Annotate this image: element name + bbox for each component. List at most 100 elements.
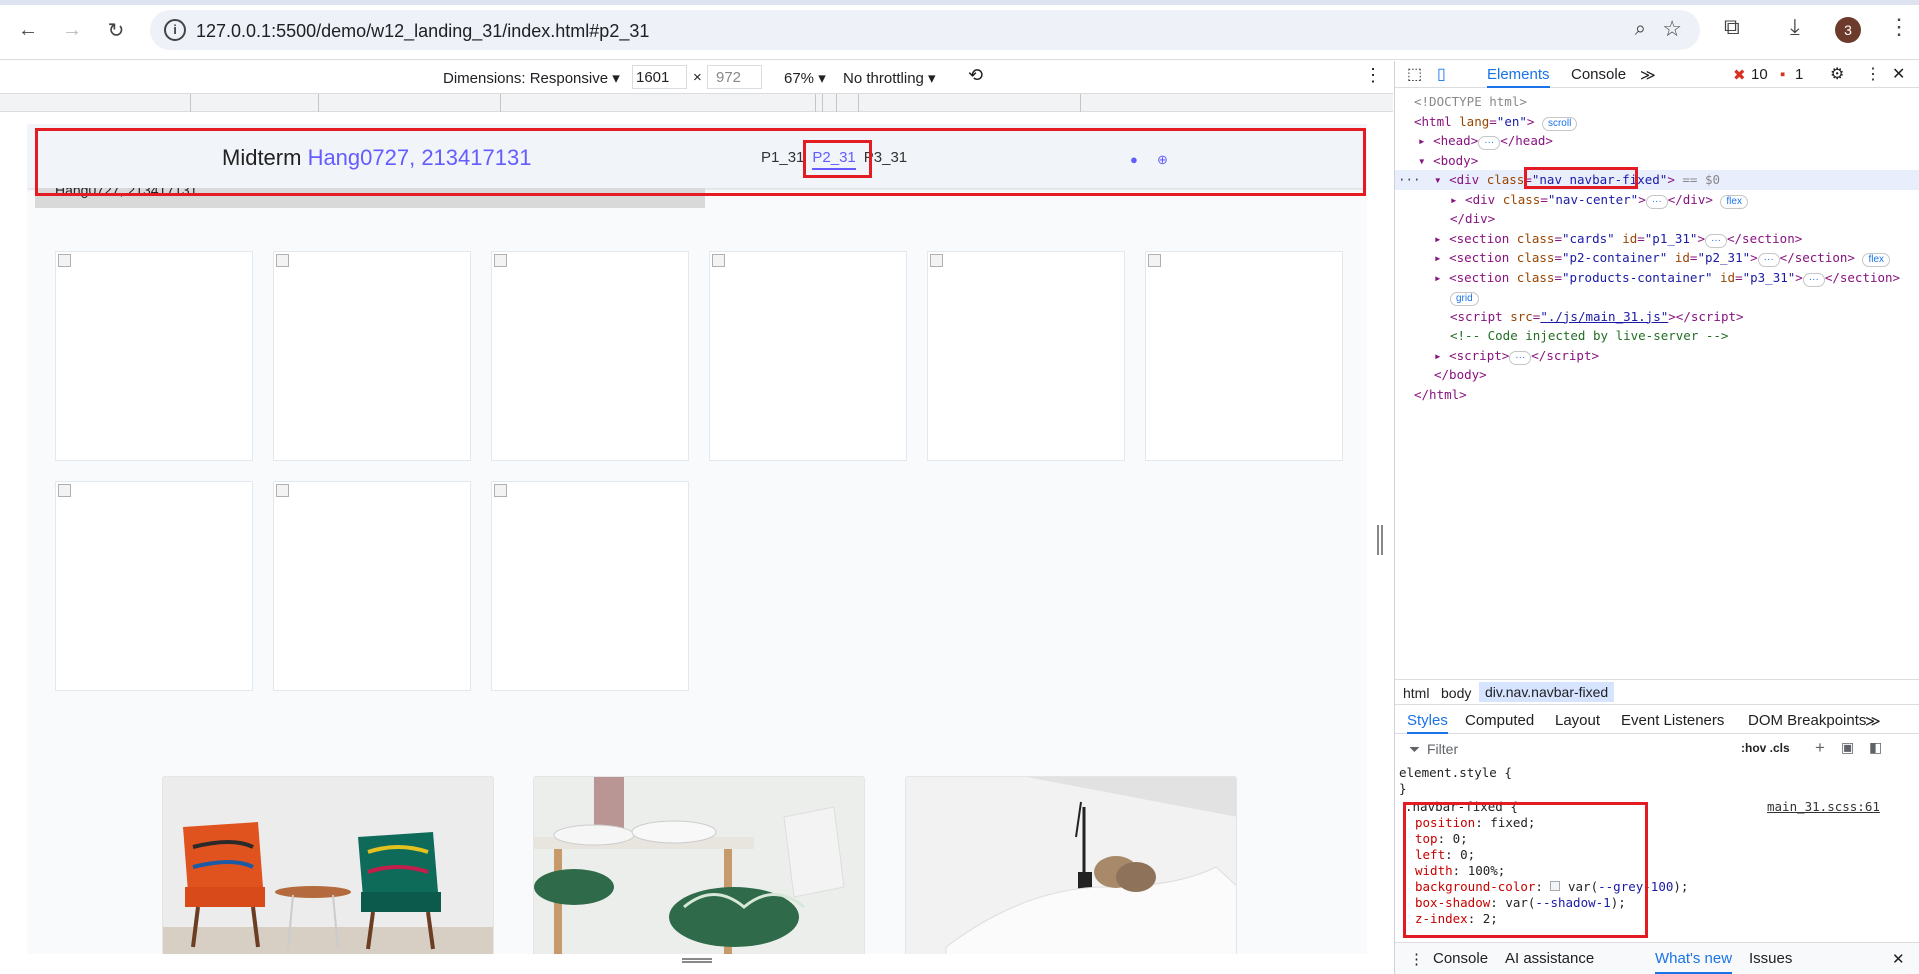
- breadcrumb-current[interactable]: div.nav.navbar-fixed: [1479, 682, 1615, 702]
- page-viewport: Midterm Hang0727, 213417131 P1_31 P2_31 P3…: [27, 124, 1367, 954]
- zoom-icon[interactable]: ⌕: [1635, 18, 1646, 41]
- site-info-icon[interactable]: i: [164, 19, 186, 41]
- viewport-bottom-handle[interactable]: [682, 958, 712, 963]
- warning-count[interactable]: 1: [1795, 66, 1803, 83]
- zoom-select[interactable]: 67% ▾: [784, 69, 826, 87]
- dom-line: grid: [1395, 287, 1919, 307]
- dom-line: <!-- Code injected by live-server -->: [1450, 328, 1729, 343]
- width-input[interactable]: 1601: [632, 65, 687, 89]
- dom-line: ▸ <section class="cards" id="p1_31"> ··· <…: [1434, 230, 1803, 248]
- settings-gear-icon[interactable]: ⚙: [1830, 64, 1844, 84]
- inspect-icon[interactable]: ⬚: [1407, 64, 1422, 84]
- dom-line: ▸ <section class="p2-container" id="p2_3…: [1395, 248, 1919, 268]
- tab-strip: [0, 0, 1919, 5]
- gallery-image: [927, 251, 1125, 461]
- drawer-more-icon[interactable]: ⋮: [1409, 950, 1424, 968]
- devtools-panel: ⬚ ▯ Elements Console ≫ ✖ 10 ▪ 1 ⚙ ⋮ ✕ <!…: [1394, 61, 1919, 974]
- breadcrumb-html[interactable]: html: [1403, 685, 1429, 701]
- tab-dom-breakpoints[interactable]: DOM Breakpoints: [1748, 712, 1866, 729]
- reload-icon[interactable]: ↻: [102, 16, 130, 44]
- dom-line: ▸ <div class="nav-center"> ··· </div> flex: [1395, 190, 1919, 210]
- error-count[interactable]: 10: [1751, 66, 1768, 83]
- tab-layout[interactable]: Layout: [1555, 712, 1600, 729]
- media-query-ruler[interactable]: [0, 94, 1393, 112]
- browser-toolbar: ← → ↻ i 127.0.0.1:5500/demo/w12_landing_…: [0, 0, 1919, 60]
- gallery-image: [273, 481, 471, 691]
- address-bar[interactable]: i 127.0.0.1:5500/demo/w12_landing_31/ind…: [150, 10, 1700, 50]
- highlight-navbar: [35, 128, 1366, 196]
- url-text[interactable]: 127.0.0.1:5500/demo/w12_landing_31/index…: [196, 21, 649, 42]
- devtools-tabbar: ⬚ ▯ Elements Console ≫ ✖ 10 ▪ 1 ⚙ ⋮ ✕: [1395, 61, 1919, 88]
- highlight-css-rule: [1403, 802, 1648, 938]
- times-label: ×: [693, 69, 702, 86]
- drawer-tab-issues[interactable]: Issues: [1749, 950, 1792, 967]
- gallery-image: [1145, 251, 1343, 461]
- device-more-icon[interactable]: ⋮: [1364, 65, 1382, 86]
- extensions-icon[interactable]: ⧉: [1724, 14, 1740, 40]
- dom-line: ▸ <head> ··· </head>: [1418, 133, 1553, 150]
- tab-more-subtabs[interactable]: ≫: [1865, 712, 1881, 730]
- back-icon[interactable]: ←: [14, 16, 42, 44]
- rotate-icon[interactable]: ⟲: [968, 65, 983, 86]
- dom-line: ▾ <body>: [1418, 152, 1479, 168]
- devtools-drawer: ⋮ Console AI assistance What's new Issue…: [1395, 942, 1919, 974]
- add-rule-icon[interactable]: +: [1815, 738, 1825, 758]
- breadcrumb-body[interactable]: body: [1441, 685, 1471, 701]
- viewport-resize-handle[interactable]: [1377, 525, 1383, 555]
- tab-elements[interactable]: Elements: [1487, 66, 1550, 88]
- dom-line: </div>: [1450, 211, 1496, 226]
- gallery-image: [491, 251, 689, 461]
- device-mode-icon[interactable]: ▯: [1437, 64, 1446, 84]
- close-drawer-icon[interactable]: ✕: [1892, 950, 1905, 968]
- dom-line-selected: ▾ <div class="nav navbar-fixed"> == $0 ··…: [1395, 170, 1919, 190]
- device-toolbar: Dimensions: Responsive ▾ 1601 × 972 67% …: [0, 61, 1393, 94]
- height-input[interactable]: 972: [707, 65, 762, 89]
- drawer-tab-whats-new[interactable]: What's new: [1655, 950, 1733, 974]
- error-icon: ✖: [1733, 67, 1746, 84]
- warning-icon: ▪: [1780, 66, 1786, 83]
- devtools-more-icon[interactable]: ⋮: [1865, 64, 1881, 84]
- dom-line: <!DOCTYPE html>: [1414, 94, 1527, 109]
- tab-event-listeners[interactable]: Event Listeners: [1621, 712, 1724, 729]
- gallery-image: [55, 481, 253, 691]
- forward-icon[interactable]: →: [58, 16, 86, 44]
- styles-filter-bar: ⏷ Filter :hov .cls + ▣ ◧: [1395, 735, 1919, 763]
- menu-kebab-icon[interactable]: ⋮: [1888, 14, 1910, 40]
- dom-tree[interactable]: <!DOCTYPE html> <html lang="en"> scroll …: [1395, 92, 1919, 404]
- dom-line: </body>: [1434, 367, 1487, 382]
- dom-line: <script src="./js/main_31.js"></script>: [1450, 308, 1744, 324]
- bookmark-star-icon[interactable]: ☆: [1662, 16, 1682, 42]
- highlight-class-attr: [1524, 167, 1638, 189]
- dom-line: ▸ <section class="products-container" id…: [1434, 269, 1901, 287]
- tab-styles[interactable]: Styles: [1407, 712, 1448, 734]
- tab-more[interactable]: ≫: [1640, 66, 1656, 84]
- filter-input[interactable]: Filter: [1427, 741, 1458, 757]
- close-devtools-icon[interactable]: ✕: [1892, 64, 1905, 84]
- styles-subtabs: Styles Computed Layout Event Listeners D…: [1395, 706, 1919, 734]
- dom-line: ▸ <script> ··· </script>: [1434, 347, 1600, 365]
- gallery-image: [709, 251, 907, 461]
- avatar[interactable]: 3: [1835, 17, 1861, 43]
- hov-cls-toggles[interactable]: :hov .cls: [1741, 741, 1790, 755]
- dimensions-select[interactable]: Dimensions: Responsive ▾: [443, 69, 620, 87]
- tab-console[interactable]: Console: [1571, 66, 1626, 83]
- dom-line: <html lang="en"> scroll: [1395, 112, 1919, 132]
- product-photo-dining: [533, 776, 865, 954]
- throttle-select[interactable]: No throttling ▾: [843, 69, 936, 87]
- highlight-p2-link: [803, 140, 872, 178]
- downloads-icon[interactable]: ⤓: [1790, 14, 1800, 40]
- dom-line: </html>: [1414, 386, 1467, 402]
- filter-icon: ⏷: [1409, 741, 1421, 757]
- gallery-image: [55, 251, 253, 461]
- paint-icon[interactable]: ▣: [1841, 739, 1854, 756]
- product-photo-chairs: [162, 776, 494, 954]
- drawer-tab-console[interactable]: Console: [1433, 950, 1488, 967]
- rule-source-link[interactable]: main_31.scss:61: [1767, 799, 1880, 815]
- tab-computed[interactable]: Computed: [1465, 712, 1534, 729]
- product-photo-lounge: [905, 776, 1237, 954]
- gallery-image: [273, 251, 471, 461]
- gallery-image: [491, 481, 689, 691]
- breadcrumb: html body div.nav.navbar-fixed: [1395, 679, 1919, 705]
- sidebar-toggle-icon[interactable]: ◧: [1869, 739, 1882, 756]
- drawer-tab-ai[interactable]: AI assistance: [1505, 950, 1594, 967]
